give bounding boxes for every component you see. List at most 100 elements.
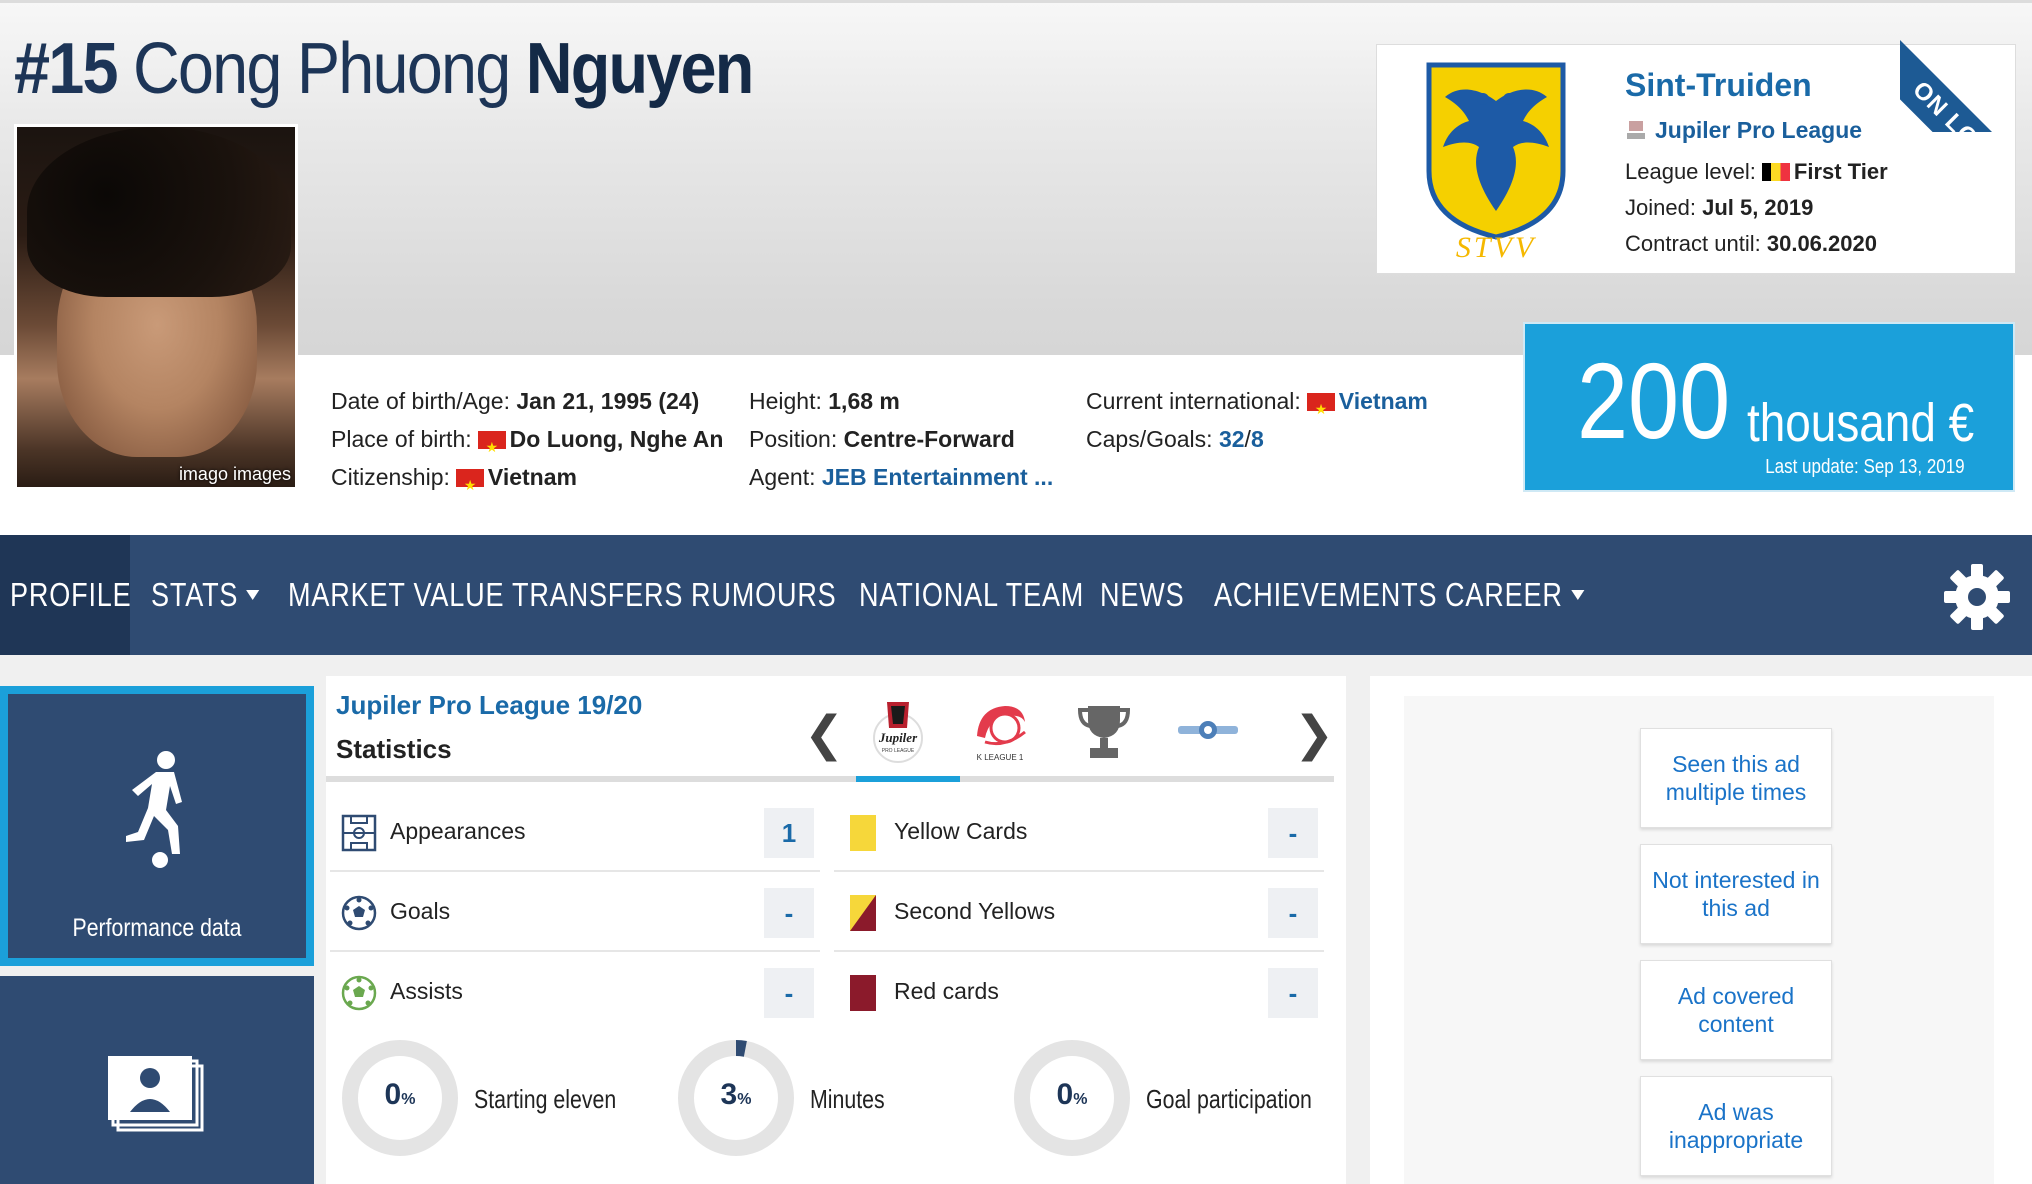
- competition-title[interactable]: Jupiler Pro League 19/20: [336, 690, 642, 721]
- tab-national-team[interactable]: NATIONAL TEAM: [859, 535, 1084, 655]
- market-value-unit: thousand €: [1747, 393, 1975, 453]
- club-joined: Joined: Jul 5, 2019: [1625, 195, 1814, 220]
- performance-data-card[interactable]: Performance data: [0, 686, 314, 966]
- trophy-icon[interactable]: [1064, 698, 1144, 764]
- info-column-3: Current international:Vietnam Caps/Goals…: [1086, 382, 1428, 458]
- main-nav: PROFILE STATS MARKET VALUE TRANSFERS RUM…: [0, 535, 2032, 655]
- svg-text:Jupiler: Jupiler: [878, 730, 918, 745]
- player-last-name: Nguyen: [525, 29, 755, 109]
- market-value-box[interactable]: 200 thousand € Last update: Sep 13, 2019: [1523, 322, 2015, 492]
- active-competition-indicator: [856, 776, 960, 782]
- caret-down-icon: [246, 590, 260, 600]
- red-card-icon: [850, 975, 876, 1011]
- second-yellow-card-icon: [850, 895, 876, 931]
- yellow-cards-value[interactable]: -: [1268, 808, 1318, 858]
- info-column-1: Date of birth/Age: Jan 21, 1995 (24) Pla…: [331, 382, 723, 504]
- svg-text:STVV: STVV: [1456, 231, 1537, 261]
- goals-link[interactable]: 8: [1251, 426, 1264, 452]
- donut-starting-eleven: 0%: [340, 1038, 460, 1158]
- info-citizenship: Citizenship:Vietnam: [331, 458, 723, 504]
- svg-text:PRO LEAGUE: PRO LEAGUE: [882, 748, 915, 754]
- agent-link[interactable]: JEB Entertainment ...: [822, 464, 1053, 490]
- tab-news[interactable]: NEWS: [1100, 535, 1184, 655]
- vietnam-flag-icon: [455, 466, 484, 504]
- donut-minutes: 3%: [676, 1038, 796, 1158]
- vietnam-flag-icon: [1306, 390, 1335, 428]
- player-first-name: Cong Phuong: [132, 29, 511, 109]
- starting-eleven-label: Starting eleven: [474, 1084, 617, 1114]
- stat-goals: Goals -: [330, 874, 820, 952]
- club-league[interactable]: Jupiler Pro League: [1625, 117, 1862, 144]
- info-caps-goals: Caps/Goals: 32/8: [1086, 426, 1264, 452]
- info-position: Position: Centre-Forward: [749, 426, 1015, 452]
- statistics-heading: Statistics: [336, 734, 452, 764]
- vietnam-flag-icon: [477, 428, 506, 466]
- gear-icon[interactable]: [1942, 562, 2012, 632]
- performance-data-label: Performance data: [72, 914, 242, 942]
- tab-rumours[interactable]: RUMOURS: [691, 535, 837, 655]
- player-hair: [27, 127, 291, 297]
- stat-second-yellows: Second Yellows -: [834, 874, 1324, 952]
- club-name[interactable]: Sint-Truiden: [1625, 67, 1812, 104]
- photo-credit: imago images: [178, 464, 291, 484]
- k-league-logo[interactable]: K LEAGUE 1: [960, 698, 1040, 764]
- league-icon: [1627, 121, 1645, 139]
- tab-market-value[interactable]: MARKET VALUE: [288, 535, 504, 655]
- player-photo: imago images: [14, 124, 298, 490]
- info-height: Height: 1,68 m: [749, 388, 900, 414]
- id-cards-icon: [108, 1056, 204, 1132]
- assists-value[interactable]: -: [764, 968, 814, 1018]
- ad-inappropriate-button[interactable]: Ad was inappropriate: [1640, 1076, 1832, 1176]
- info-birthplace: Place of birth:Do Luong, Nghe An: [331, 420, 723, 466]
- stat-assists: Assists -: [330, 954, 820, 1032]
- market-value-update: Last update: Sep 13, 2019: [1765, 456, 1965, 478]
- jupiler-league-logo[interactable]: Jupiler PRO LEAGUE: [858, 698, 938, 764]
- info-international: Current international:Vietnam: [1086, 382, 1428, 428]
- ad-covered-content-button[interactable]: Ad covered content: [1640, 960, 1832, 1060]
- svg-text:K LEAGUE 1: K LEAGUE 1: [977, 753, 1024, 762]
- ad-feedback-area: Seen this ad multiple times Not interest…: [1404, 696, 1994, 1184]
- info-agent: Agent: JEB Entertainment ...: [749, 464, 1054, 490]
- national-team-link[interactable]: Vietnam: [1339, 388, 1428, 414]
- goal-participation-label: Goal participation: [1146, 1084, 1312, 1114]
- caret-down-icon: [1570, 590, 1585, 600]
- pitch-icon: [341, 814, 377, 852]
- market-value-amount: 200: [1577, 340, 1731, 461]
- belgium-flag-icon: [1761, 163, 1790, 181]
- tab-transfers[interactable]: TRANSFERS: [512, 535, 683, 655]
- caps-link[interactable]: 32: [1219, 426, 1245, 452]
- shirt-number: #15: [14, 29, 119, 109]
- second-yellows-value[interactable]: -: [1268, 888, 1318, 938]
- stat-appearances: Appearances 1: [330, 794, 820, 872]
- donut-goal-participation: 0%: [1012, 1038, 1132, 1158]
- minutes-label: Minutes: [810, 1084, 885, 1114]
- stat-red-cards: Red cards -: [834, 954, 1324, 1032]
- football-player-icon: [126, 751, 182, 868]
- next-competition-arrow[interactable]: ❯: [1294, 706, 1334, 762]
- goals-value[interactable]: -: [764, 888, 814, 938]
- ad-seen-multiple-button[interactable]: Seen this ad multiple times: [1640, 728, 1832, 828]
- football-icon: [341, 895, 377, 931]
- stat-yellow-cards: Yellow Cards -: [834, 794, 1324, 872]
- profile-cards-card[interactable]: [0, 976, 314, 1184]
- competition-tab-underline: [326, 776, 1334, 782]
- club-league-level: League level: First Tier: [1625, 159, 1888, 184]
- yellow-card-icon: [850, 815, 876, 851]
- player-name: #15 Cong Phuong Nguyen: [14, 28, 755, 110]
- on-loan-badge: ON LOAN: [1900, 0, 2032, 132]
- tab-profile[interactable]: PROFILE: [10, 535, 132, 655]
- tab-achievements[interactable]: ACHIEVEMENTS: [1214, 535, 1437, 655]
- red-cards-value[interactable]: -: [1268, 968, 1318, 1018]
- appearances-value[interactable]: 1: [764, 808, 814, 858]
- prev-competition-arrow[interactable]: ❮: [804, 706, 844, 762]
- assist-ball-icon: [341, 975, 377, 1011]
- tab-career[interactable]: CAREER: [1445, 535, 1585, 655]
- ad-panel: Seen this ad multiple times Not interest…: [1370, 676, 2032, 1184]
- cup-competition-logo[interactable]: [1168, 698, 1248, 764]
- info-column-2: Height: 1,68 m Position: Centre-Forward …: [749, 382, 1053, 496]
- club-contract: Contract until: 30.06.2020: [1625, 231, 1877, 256]
- tab-stats[interactable]: STATS: [151, 535, 260, 655]
- club-crest-icon[interactable]: STVV: [1425, 61, 1567, 261]
- ad-not-interested-button[interactable]: Not interested in this ad: [1640, 844, 1832, 944]
- info-dob: Date of birth/Age: Jan 21, 1995 (24): [331, 388, 700, 414]
